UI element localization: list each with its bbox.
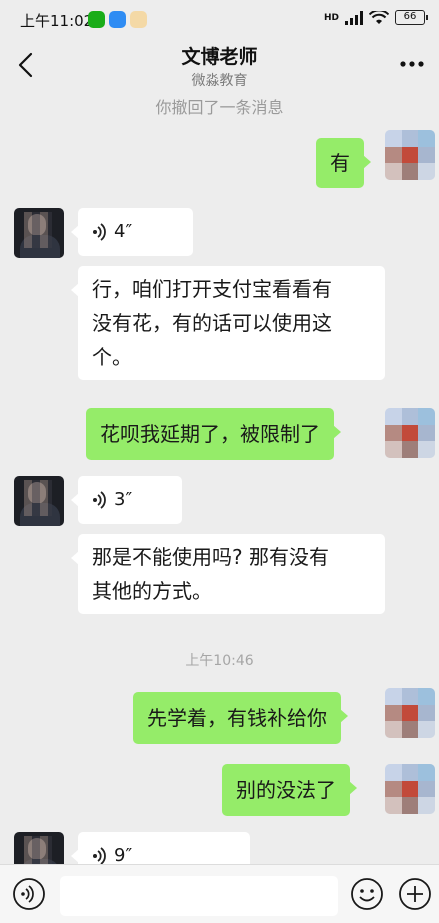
- voice-duration: 3″: [114, 489, 133, 510]
- add-more-icon[interactable]: [398, 877, 432, 911]
- teacher-avatar[interactable]: [14, 208, 64, 258]
- recall-notice: 你撤回了一条消息: [155, 98, 284, 117]
- voice-message[interactable]: 9″: [71, 832, 250, 864]
- voice-wave-icon: [93, 223, 106, 241]
- teacher-avatar[interactable]: [14, 476, 64, 526]
- voice-wave-icon: [93, 847, 106, 864]
- contact-name: 文博老师: [181, 46, 258, 68]
- voice-message[interactable]: 4″: [71, 208, 193, 256]
- message-line: 那是不能使用吗? 那有没有: [92, 545, 329, 569]
- status-right: HD 66: [323, 10, 428, 25]
- voice-duration: 4″: [114, 221, 133, 242]
- message-line: 没有花，有的话可以使用这: [92, 311, 332, 335]
- app-notification-icon: [130, 11, 147, 28]
- my-avatar[interactable]: [385, 764, 435, 814]
- message-input[interactable]: [60, 876, 338, 916]
- outgoing-message[interactable]: 有: [316, 138, 371, 188]
- incoming-message[interactable]: 那是不能使用吗? 那有没有 其他的方式。: [71, 534, 385, 614]
- signal-icon: [345, 10, 363, 25]
- hd-network-label: HD: [323, 12, 339, 23]
- teacher-avatar[interactable]: [14, 832, 64, 864]
- wechat-notification-icon: [88, 11, 105, 28]
- battery-icon: 66: [395, 10, 428, 25]
- voice-input-icon[interactable]: [12, 877, 46, 911]
- more-options-icon[interactable]: [399, 58, 425, 70]
- outgoing-message[interactable]: 别的没法了: [222, 764, 357, 816]
- input-bar: [0, 864, 439, 923]
- incoming-message[interactable]: 行，咱们打开支付宝看看有 没有花，有的话可以使用这 个。: [71, 266, 385, 380]
- time-separator: 上午10:46: [185, 653, 254, 669]
- message-line: 其他的方式。: [92, 579, 212, 603]
- voice-duration: 9″: [114, 845, 133, 864]
- voice-wave-icon: [93, 491, 106, 509]
- outgoing-message[interactable]: 花呗我延期了，被限制了: [86, 408, 341, 460]
- my-avatar[interactable]: [385, 130, 435, 180]
- contact-company: 微淼教育: [191, 73, 248, 89]
- message-line: 个。: [92, 345, 132, 369]
- status-bar: 上午11:02 HD 66: [0, 0, 439, 38]
- chat-header: 文博老师 微淼教育: [0, 38, 439, 94]
- cloud-notification-icon: [109, 11, 126, 28]
- wifi-icon: [369, 10, 389, 24]
- my-avatar[interactable]: [385, 408, 435, 458]
- emoji-icon[interactable]: [350, 877, 384, 911]
- outgoing-message[interactable]: 先学着，有钱补给你: [133, 692, 348, 744]
- my-avatar[interactable]: [385, 688, 435, 738]
- message-line: 行，咱们打开支付宝看看有: [92, 277, 332, 301]
- chat-history[interactable]: 你撤回了一条消息 有 4″ 行，咱们打开支付宝看看有 没有花，有的话可以使用这 …: [0, 94, 439, 864]
- status-time: 上午11:02: [20, 12, 94, 30]
- voice-message[interactable]: 3″: [71, 476, 182, 524]
